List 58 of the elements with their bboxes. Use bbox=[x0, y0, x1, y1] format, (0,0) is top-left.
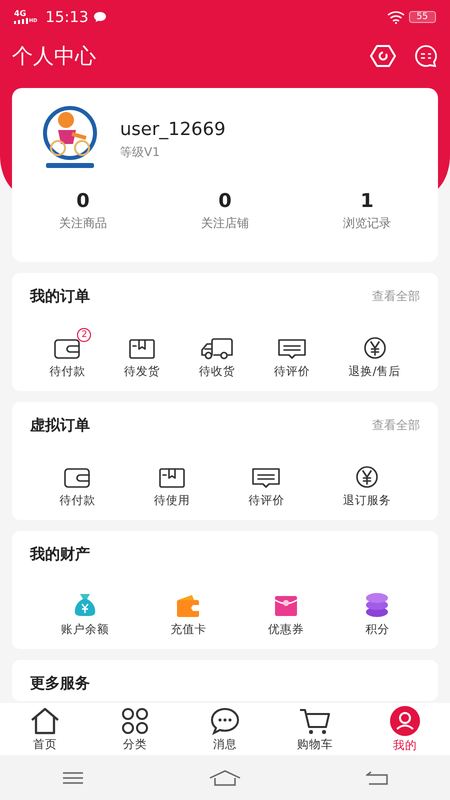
tab[interactable]: 分类 bbox=[105, 706, 165, 752]
menu-item[interactable]: 优惠券 bbox=[268, 622, 304, 637]
count-badge: 2 bbox=[77, 328, 92, 342]
menu-item[interactable]: 退订服务 bbox=[342, 493, 391, 508]
yen-icon bbox=[362, 336, 387, 360]
menu-item[interactable]: 待评价 bbox=[248, 493, 284, 508]
stat-label[interactable]: 关注店铺 bbox=[201, 216, 249, 230]
stat-label[interactable]: 关注商品 bbox=[59, 216, 107, 230]
back-icon[interactable] bbox=[366, 770, 388, 784]
menu-item[interactable]: 待发货 bbox=[124, 364, 160, 379]
box-icon bbox=[128, 338, 156, 360]
menu-icon[interactable] bbox=[62, 770, 84, 784]
wallet-icon bbox=[63, 467, 92, 489]
truck-icon bbox=[200, 338, 234, 360]
settings-icon[interactable] bbox=[370, 44, 396, 68]
cart-icon bbox=[299, 706, 331, 734]
menu-item[interactable]: 退换/售后 bbox=[348, 364, 401, 379]
menu-item[interactable]: 待评价 bbox=[274, 364, 310, 379]
tab[interactable]: 购物车 bbox=[285, 706, 345, 752]
user-icon bbox=[390, 706, 420, 736]
menu-item[interactable]: 待使用 bbox=[154, 493, 190, 508]
username: user_12669 bbox=[120, 119, 226, 140]
stat-value[interactable]: 0 bbox=[154, 190, 296, 212]
status-time: 15:13 bbox=[45, 8, 89, 26]
envelope-icon bbox=[274, 594, 298, 618]
section-title: 我的订单 bbox=[30, 287, 90, 306]
section-title: 我的财产 bbox=[30, 545, 90, 564]
home-icon[interactable] bbox=[208, 770, 241, 786]
grid-icon bbox=[121, 706, 149, 734]
menu-item[interactable]: 待收货 bbox=[199, 364, 236, 379]
menu-item[interactable]: 积分 bbox=[365, 622, 390, 637]
menu-item[interactable]: 账户余额 bbox=[60, 622, 109, 637]
coin-stack-icon bbox=[365, 592, 390, 618]
chat-bubble-icon bbox=[92, 11, 107, 23]
chat-icon bbox=[210, 706, 240, 734]
stat-value[interactable]: 1 bbox=[296, 190, 438, 212]
section-title: 虚拟订单 bbox=[30, 416, 90, 435]
stat-label[interactable]: 浏览记录 bbox=[343, 216, 391, 230]
menu-item[interactable]: 充值卡 bbox=[170, 622, 206, 637]
wifi-icon bbox=[386, 10, 405, 24]
wallet-icon bbox=[175, 594, 202, 618]
home-icon bbox=[30, 706, 60, 734]
yen-icon bbox=[354, 465, 379, 489]
stat-value[interactable]: 0 bbox=[12, 190, 154, 212]
section-title: 更多服务 bbox=[30, 674, 90, 693]
menu-item[interactable]: 待付款 bbox=[49, 364, 86, 379]
tab[interactable]: 首页 bbox=[15, 706, 75, 752]
page-title: 个人中心 bbox=[12, 43, 97, 70]
message-icon[interactable] bbox=[414, 44, 438, 68]
tab[interactable]: 消息 bbox=[195, 706, 255, 752]
comment-icon bbox=[251, 467, 282, 489]
battery-indicator: 55 bbox=[408, 11, 436, 23]
box-icon bbox=[158, 467, 186, 489]
comment-icon bbox=[276, 338, 307, 360]
member-level: 等级V1 bbox=[120, 144, 161, 161]
wallet-icon bbox=[53, 338, 82, 360]
menu-item[interactable]: 待付款 bbox=[59, 493, 96, 508]
tab[interactable]: 我的 bbox=[375, 706, 435, 752]
